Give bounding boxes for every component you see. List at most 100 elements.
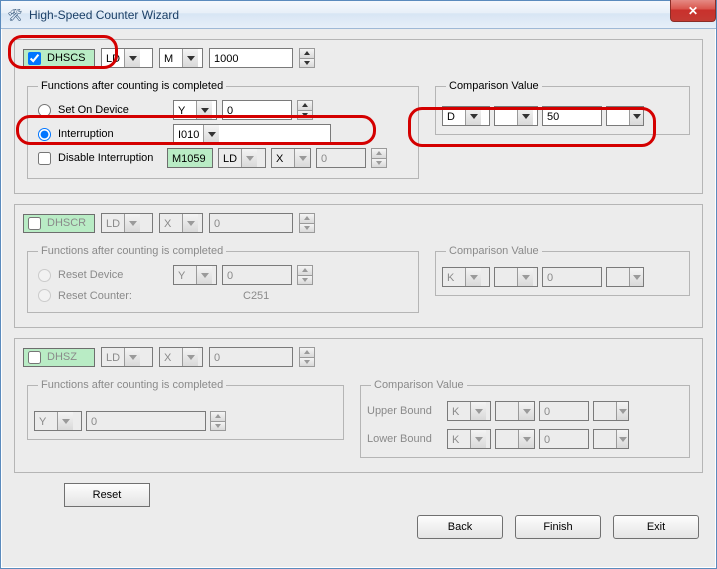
chevron-down-icon [241,149,257,167]
dhscr-reset-device-radio [38,269,51,282]
dhsz-lower-idx-combo [495,429,535,449]
dhscs-disable-label: Disable Interruption [58,152,162,164]
reset-button[interactable]: Reset [64,483,150,507]
dhscs-num-input[interactable]: 1000 [209,48,293,68]
panel-dhsz: DHSZ LD X 0 Functions after counting is … [14,338,703,473]
dhscs-sod-num-input[interactable]: 0 [222,100,292,120]
dhscs-interruption-label: Interruption [58,128,168,140]
chevron-down-icon [470,430,486,448]
dhsz-lower-label: Lower Bound [367,433,443,445]
dhsz-lower-ext-combo [593,429,629,449]
dhscs-disable-op-combo: LD [218,148,266,168]
finish-button[interactable]: Finish [515,515,601,539]
dhsz-out-num-input: 0 [86,411,206,431]
dhscs-check-input[interactable] [28,52,41,65]
dhscr-dev-combo: X [159,213,203,233]
dhscs-op-combo[interactable]: LD [101,48,153,68]
dhscs-disable-checkbox[interactable] [38,152,51,165]
dhsz-out-dev-combo: Y [34,411,82,431]
chevron-down-icon [616,402,628,420]
chevron-down-icon [616,430,628,448]
back-button[interactable]: Back [417,515,503,539]
dhsz-lower-dev-combo: K [447,429,491,449]
chevron-down-icon[interactable] [517,107,533,125]
dhscs-functions-group: Functions after counting is completed Se… [27,80,419,179]
exit-button[interactable]: Exit [613,515,699,539]
chevron-down-icon [182,214,198,232]
dhscs-interruption-radio[interactable] [38,128,51,141]
dhscs-disable-num-input: 0 [316,148,366,168]
dhscs-dev-value: M [160,49,182,67]
dhscs-dev-combo[interactable]: M [159,48,203,68]
dhscr-comp-dev-combo: K [442,267,490,287]
dhsz-num-input: 0 [209,347,293,367]
panel-dhscs: DHSCS LD M 1000 Functions after counting… [14,39,703,194]
dhscs-disable-spinner [371,148,387,168]
dhscs-num-spinner[interactable] [299,48,315,68]
dhscs-set-on-device-row: Set On Device Y 0 [34,98,412,122]
dhsz-lower-num-input: 0 [539,429,589,449]
dhsz-num-spinner [299,347,315,367]
dhscr-check-input[interactable] [28,217,41,230]
chevron-down-icon [124,214,140,232]
chevron-down-icon[interactable] [182,49,198,67]
dhscs-set-on-device-radio[interactable] [38,104,51,117]
dhscr-check-label: DHSCR [47,217,86,229]
dhscr-functions-group: Functions after counting is completed Re… [27,245,419,313]
chevron-down-icon [294,149,310,167]
dhscr-reset-device-label: Reset Device [58,269,168,281]
dhscr-op-combo: LD [101,213,153,233]
wizard-buttons: Back Finish Exit [14,515,703,539]
dhscr-rd-spinner [297,265,313,285]
close-icon: ✕ [688,4,698,18]
dhscr-num-spinner [299,213,315,233]
dhsz-dev-combo: X [159,347,203,367]
dhsz-upper-dev-combo: K [447,401,491,421]
chevron-down-icon[interactable] [203,125,219,143]
dhscs-check-label: DHSCS [47,52,86,64]
dhscs-checkbox[interactable]: DHSCS [23,49,95,68]
dhscs-comp-ext-combo[interactable] [606,106,644,126]
dhscr-comparison-group: Comparison Value K 0 [435,245,690,296]
dhscs-disable-dev-combo: X [271,148,311,168]
dhsz-checkbox[interactable]: DHSZ [23,348,95,367]
chevron-down-icon [196,266,212,284]
dhscr-checkbox[interactable]: DHSCR [23,214,95,233]
dhsz-comparison-group: Comparison Value Upper Bound K 0 [360,379,690,458]
window-title: High-Speed Counter Wizard [29,8,179,22]
dhscs-set-on-device-label: Set On Device [58,104,168,116]
dhscs-num-value: 1000 [214,53,238,65]
dhscr-reset-counter-value: C251 [243,290,269,302]
chevron-down-icon [182,348,198,366]
dhscr-reset-counter-radio [38,289,51,302]
dhscr-comp-num-input: 0 [542,267,602,287]
dhscs-sod-dev-combo[interactable]: Y [173,100,217,120]
dhsz-op-combo: LD [101,347,153,367]
close-button[interactable]: ✕ [670,0,716,22]
chevron-down-icon [470,402,486,420]
dhsz-check-label: DHSZ [47,351,77,363]
chevron-down-icon [124,348,140,366]
dhscs-comp-num-input[interactable]: 50 [542,106,602,126]
chevron-down-icon[interactable] [629,107,643,125]
dhscr-comparison-legend: Comparison Value [446,245,542,257]
dhscs-interruption-combo[interactable]: I010 [173,124,331,144]
dhsz-upper-label: Upper Bound [367,405,443,417]
chevron-down-icon[interactable] [196,101,212,119]
chevron-down-icon [518,402,534,420]
dhscr-reset-counter-label: Reset Counter: [58,290,168,302]
dhsz-check-input[interactable] [28,351,41,364]
chevron-down-icon[interactable] [124,49,140,67]
dhsz-functions-group: Functions after counting is completed Y … [27,379,344,440]
dhscr-functions-legend: Functions after counting is completed [38,245,226,257]
chevron-down-icon[interactable] [465,107,481,125]
dhsz-comparison-legend: Comparison Value [371,379,467,391]
dhscs-comp-dev-combo[interactable]: D [442,106,490,126]
dhscs-comp-idx-combo[interactable] [494,106,538,126]
dhsz-out-spinner [210,411,226,431]
dhscs-sod-spinner[interactable] [297,100,313,120]
app-icon: 🛠 [7,7,23,23]
dhscr-comp-ext-combo [606,267,644,287]
dhscs-disable-row: Disable Interruption M1059 LD X 0 [34,146,412,170]
dhscs-disable-tag: M1059 [167,148,213,168]
